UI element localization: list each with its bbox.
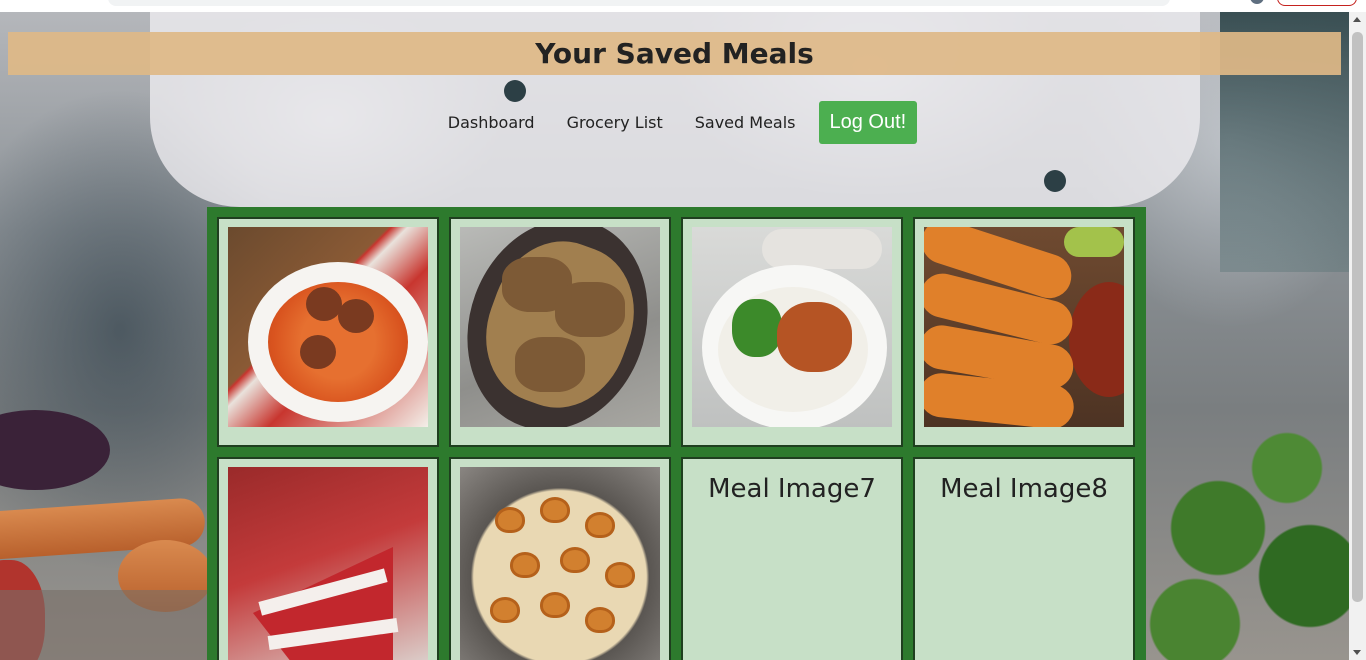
background-table xyxy=(0,590,210,660)
background-coat-button xyxy=(504,80,526,102)
page-scrollbar[interactable] xyxy=(1349,12,1366,660)
meal-card-5[interactable] xyxy=(217,457,439,660)
nav-link-saved-meals[interactable]: Saved Meals xyxy=(679,113,812,132)
meal-card-8[interactable]: Meal Image8 xyxy=(913,457,1135,660)
meal-image-teriyaki-chicken-bowl[interactable] xyxy=(692,227,892,427)
profile-avatar-icon[interactable] xyxy=(1250,0,1264,4)
logout-button[interactable]: Log Out! xyxy=(818,101,918,144)
nav-link-grocery-list[interactable]: Grocery List xyxy=(551,113,679,132)
scrollbar-thumb[interactable] xyxy=(1352,32,1363,602)
meal-image-alt-text: Meal Image8 xyxy=(940,474,1108,504)
meal-image-birria-tacos[interactable] xyxy=(924,227,1124,427)
page-title: Your Saved Meals xyxy=(535,37,814,70)
scroll-down-arrow-icon[interactable] xyxy=(1353,650,1361,655)
meal-card-6[interactable] xyxy=(449,457,671,660)
meal-image-spaghetti-meatballs[interactable] xyxy=(228,227,428,427)
browser-toolbar-edge xyxy=(0,0,1366,12)
saved-meals-grid: Meal Image7 Meal Image8 xyxy=(207,207,1146,660)
meal-image-red-velvet-cake[interactable] xyxy=(228,467,428,660)
page-header: Your Saved Meals xyxy=(8,32,1341,75)
meal-card-7[interactable]: Meal Image7 xyxy=(681,457,903,660)
meal-card-2[interactable] xyxy=(449,217,671,447)
meal-card-3[interactable] xyxy=(681,217,903,447)
background-coat-button xyxy=(1044,170,1066,192)
scroll-up-arrow-icon[interactable] xyxy=(1353,17,1361,22)
nav-link-dashboard[interactable]: Dashboard xyxy=(432,113,551,132)
meal-image-smothered-pork-chops[interactable] xyxy=(460,227,660,427)
address-bar-edge[interactable] xyxy=(108,0,1170,6)
background-herbs xyxy=(1126,420,1356,660)
meal-image-cajun-shrimp-pasta[interactable] xyxy=(460,467,660,660)
meal-card-4[interactable] xyxy=(913,217,1135,447)
browser-update-button[interactable] xyxy=(1277,0,1357,6)
meal-card-1[interactable] xyxy=(217,217,439,447)
main-navigation: Dashboard Grocery List Saved Meals Log O… xyxy=(0,101,1349,144)
background-eggplant xyxy=(0,410,110,490)
meal-image-alt-text: Meal Image7 xyxy=(708,474,876,504)
